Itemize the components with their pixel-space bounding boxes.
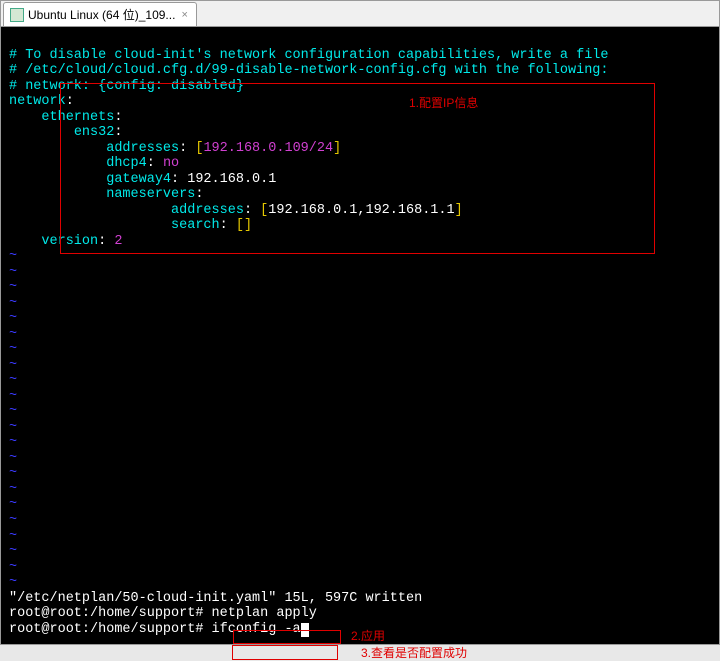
yaml-value: no xyxy=(163,156,179,171)
terminal-cursor xyxy=(301,623,309,637)
tab-title: Ubuntu Linux (64 位)_109... xyxy=(28,6,175,23)
tab-bar: Ubuntu Linux (64 位)_109... × xyxy=(1,1,719,27)
vim-tilde: ~ xyxy=(9,280,17,295)
yaml-key: addresses xyxy=(171,203,244,218)
terminal[interactable]: # To disable cloud-init's network config… xyxy=(1,27,719,644)
annotation-box-3 xyxy=(232,645,338,660)
vim-tilde: ~ xyxy=(9,529,17,544)
comment-line: # /etc/cloud/cloud.cfg.d/99-disable-netw… xyxy=(9,63,609,78)
vim-tilde: ~ xyxy=(9,265,17,280)
vim-tilde: ~ xyxy=(9,389,17,404)
ip-address: 192.168.0.109/24 xyxy=(203,141,333,156)
ns-addresses: 192.168.0.1,192.168.1.1 xyxy=(268,203,454,218)
yaml-key: dhcp4 xyxy=(106,156,147,171)
vim-tilde: ~ xyxy=(9,404,17,419)
shell-prompt: root@root:/home/support# xyxy=(9,622,212,637)
shell-prompt: root@root:/home/support# xyxy=(9,606,212,621)
yaml-key: version xyxy=(41,234,98,249)
vim-tilde: ~ xyxy=(9,451,17,466)
yaml-key: nameservers xyxy=(106,187,195,202)
yaml-key: gateway4 xyxy=(106,172,171,187)
annotation-label-2: 2.应用 xyxy=(351,630,385,644)
yaml-value: 2 xyxy=(114,234,122,249)
shell-command: ifconfig -a xyxy=(212,622,301,637)
vm-icon xyxy=(10,8,24,22)
yaml-key: addresses xyxy=(106,141,179,156)
vim-tilde: ~ xyxy=(9,466,17,481)
vim-status-line: "/etc/netplan/50-cloud-init.yaml" 15L, 5… xyxy=(9,591,422,606)
vim-tilde: ~ xyxy=(9,342,17,357)
annotation-label-1: 1.配置IP信息 xyxy=(409,97,478,111)
yaml-key: ethernets xyxy=(41,110,114,125)
close-icon[interactable]: × xyxy=(181,9,187,21)
vim-tilde: ~ xyxy=(9,296,17,311)
vim-tilde: ~ xyxy=(9,435,17,450)
yaml-key: network xyxy=(9,94,66,109)
vim-tilde: ~ xyxy=(9,249,17,264)
yaml-value: 192.168.0.1 xyxy=(187,172,276,187)
vim-tilde: ~ xyxy=(9,497,17,512)
yaml-key: ens32 xyxy=(74,125,115,140)
vim-tilde: ~ xyxy=(9,544,17,559)
vim-tilde: ~ xyxy=(9,575,17,590)
vim-tilde: ~ xyxy=(9,358,17,373)
vim-tilde: ~ xyxy=(9,311,17,326)
vm-tab[interactable]: Ubuntu Linux (64 位)_109... × xyxy=(3,2,197,26)
annotation-label-3: 3.查看是否配置成功 xyxy=(361,647,467,661)
vim-tilde: ~ xyxy=(9,560,17,575)
vim-tilde: ~ xyxy=(9,327,17,342)
comment-line: # To disable cloud-init's network config… xyxy=(9,48,609,63)
vim-tilde: ~ xyxy=(9,482,17,497)
yaml-key: search xyxy=(171,218,220,233)
vim-tilde: ~ xyxy=(9,420,17,435)
comment-line: # network: {config: disabled} xyxy=(9,79,244,94)
shell-command: netplan apply xyxy=(212,606,317,621)
vim-tilde: ~ xyxy=(9,373,17,388)
vim-tilde: ~ xyxy=(9,513,17,528)
